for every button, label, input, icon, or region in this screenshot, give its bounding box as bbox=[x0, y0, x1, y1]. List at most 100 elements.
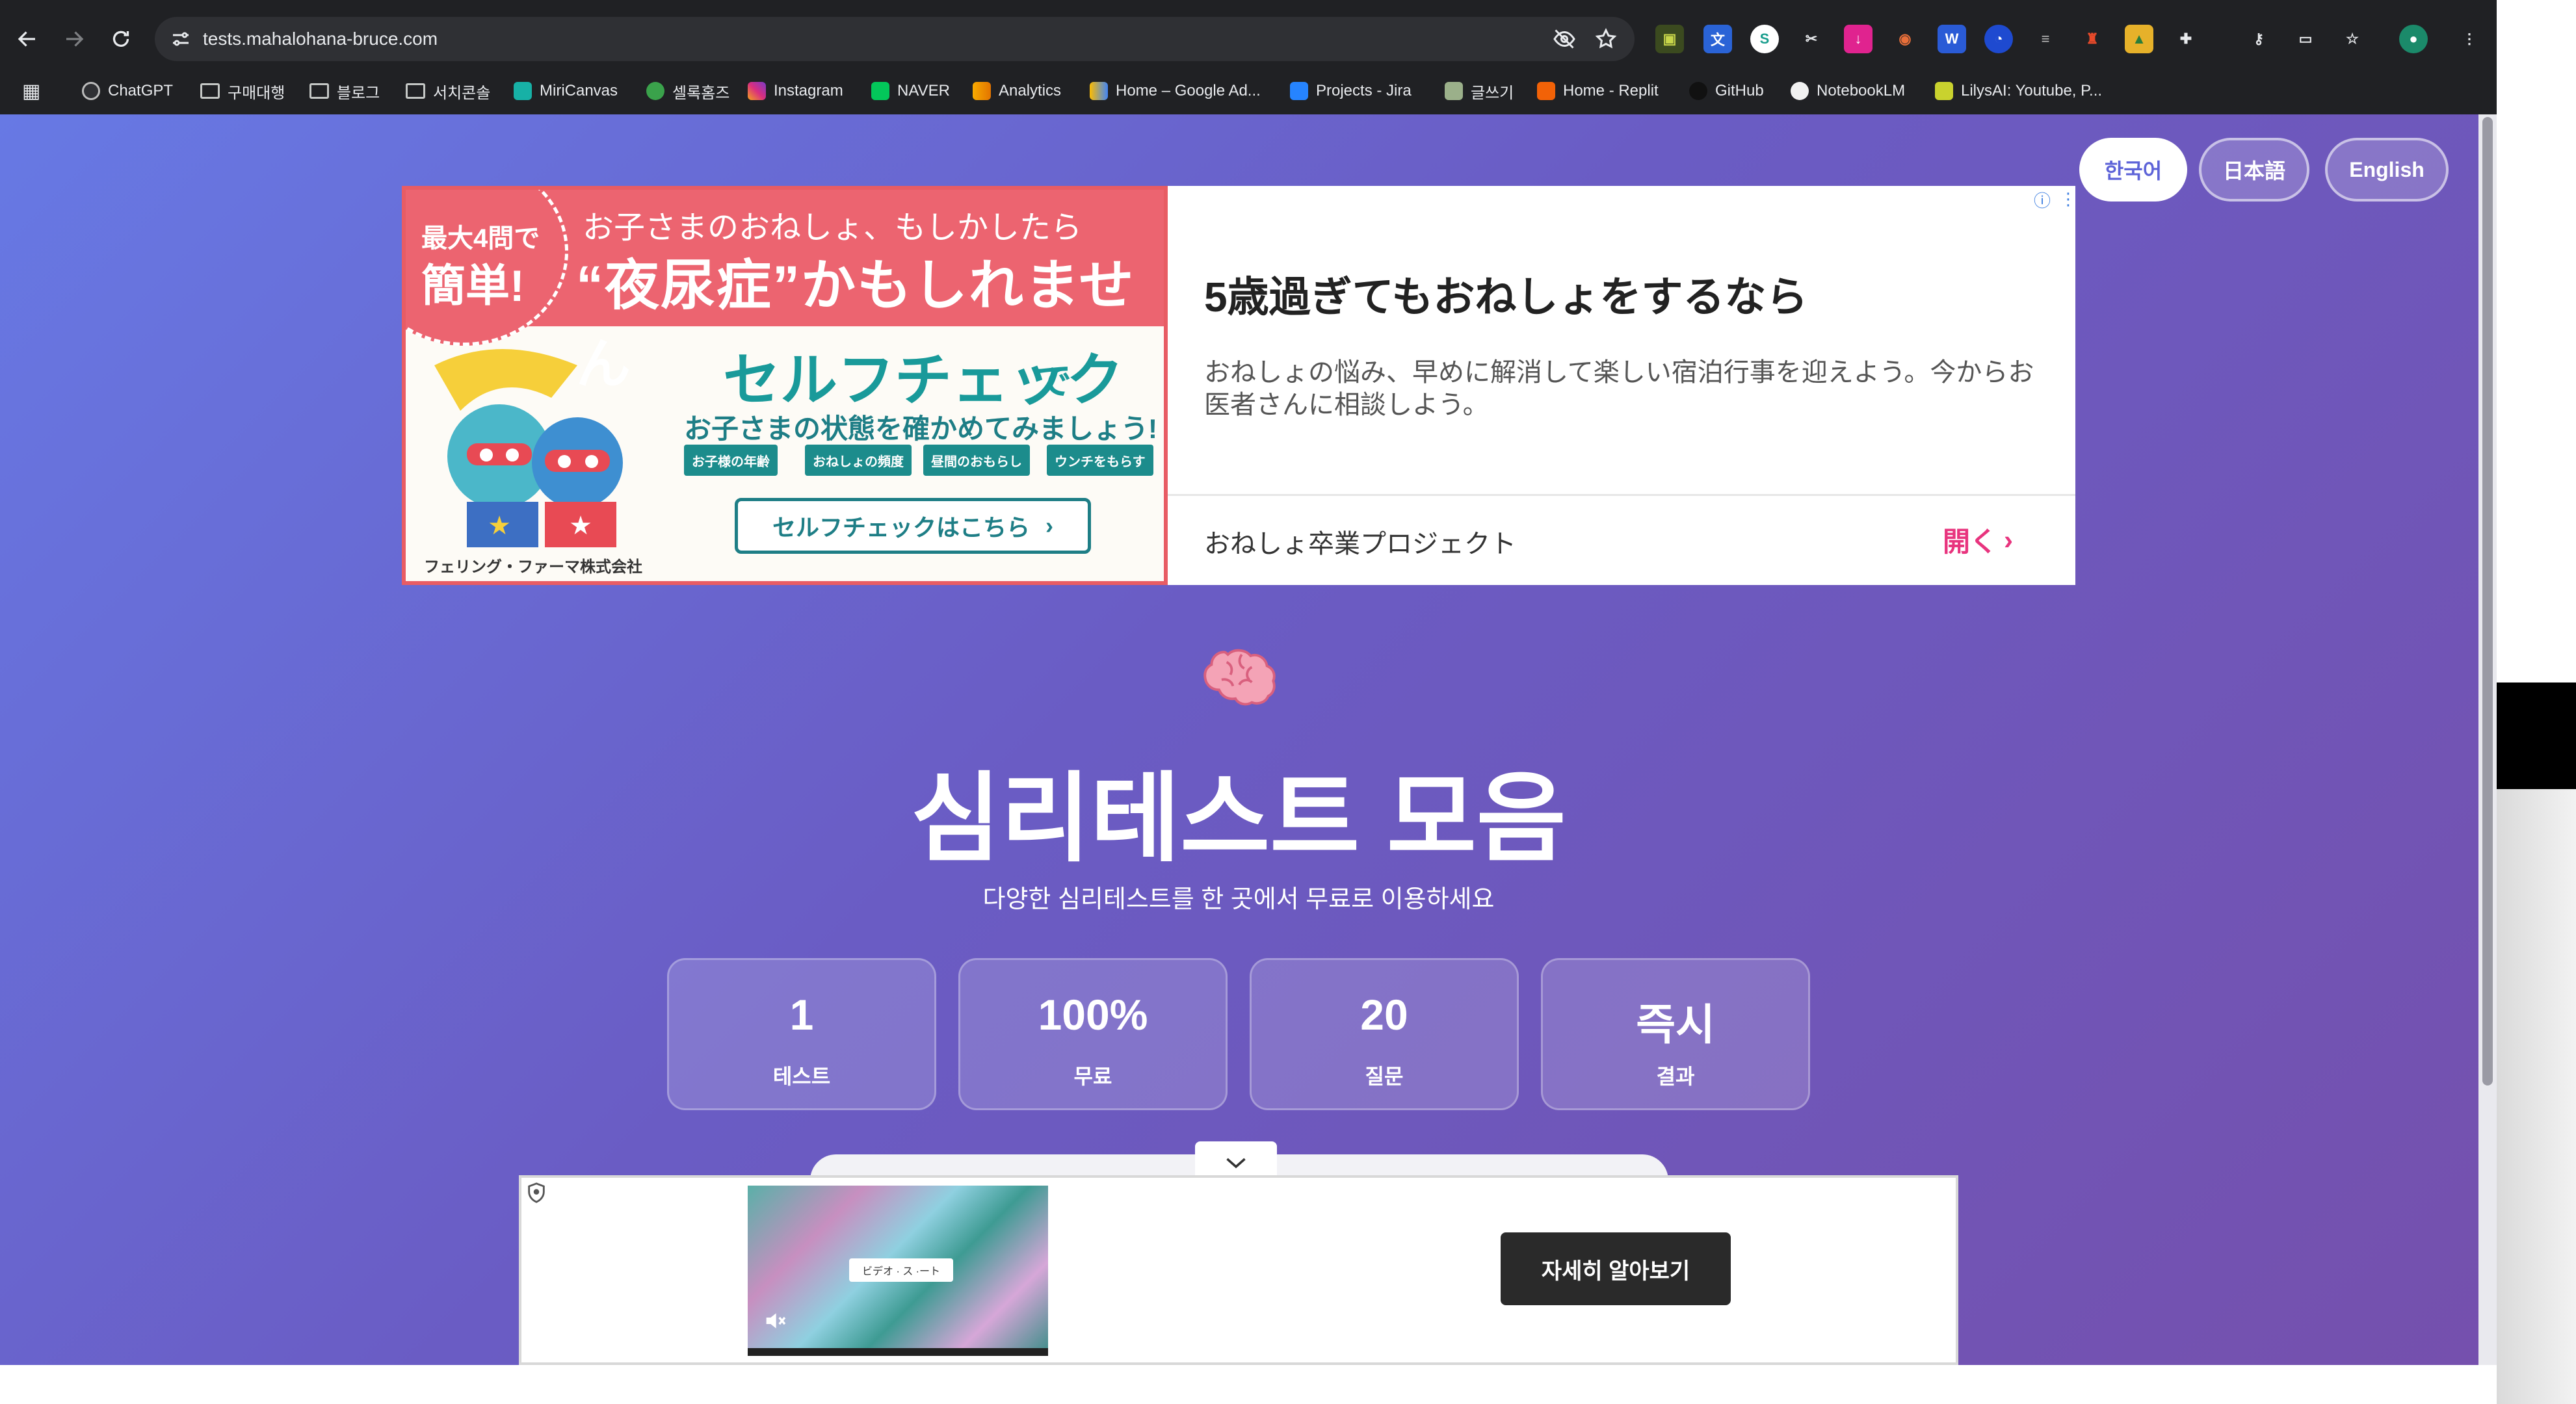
address-bar[interactable]: tests.mahalohana-bruce.com bbox=[155, 17, 1635, 61]
ad-title[interactable]: 5歳過ぎてもおねしょをするなら bbox=[1204, 264, 1807, 324]
top-display-ad[interactable]: 最大4問で 簡単! お子さまのおねしょ、もしかしたら “夜尿症”かもしれません … bbox=[402, 186, 2077, 585]
bookmark-folder-purchase[interactable]: 구매대행 bbox=[200, 78, 285, 104]
site-settings-icon[interactable] bbox=[169, 27, 192, 51]
ad-company-name: フェリング・ファーマ株式会社 bbox=[424, 558, 642, 576]
back-icon[interactable] bbox=[9, 21, 46, 57]
bookmark-miricanvas[interactable]: MiriCanvas bbox=[514, 78, 618, 104]
bookmark-notebooklm[interactable]: NotebookLM bbox=[1791, 78, 1905, 104]
chevron-right-icon: › bbox=[2004, 524, 2014, 555]
stat-label: 질문 bbox=[1365, 1065, 1404, 1088]
bookmark-folder-searchconsole[interactable]: 서치콘솔 bbox=[406, 78, 490, 104]
ad-chip: ウンチをもらす bbox=[1047, 445, 1153, 476]
adjacent-window-grey-panel bbox=[2497, 789, 2576, 1404]
folder-icon bbox=[200, 83, 220, 99]
stat-value: 즉시 bbox=[1636, 1000, 1715, 1048]
ad-shield-icon[interactable] bbox=[525, 1182, 547, 1204]
extension-icon-4[interactable]: ◔ bbox=[1984, 25, 2013, 53]
lang-korean-button[interactable]: 한국어 bbox=[2079, 138, 2187, 202]
extension-icon-3[interactable]: ◉ bbox=[1891, 25, 1919, 53]
ad-check-line: お子さまの状態を確かめてみましょう! bbox=[684, 413, 1157, 444]
ad-chip: おねしょの頻度 bbox=[805, 445, 912, 476]
ad-divider bbox=[1168, 494, 2075, 496]
stat-card-free: 100% 무료 bbox=[958, 958, 1228, 1110]
folder-icon bbox=[406, 83, 425, 99]
scrollbar-thumb[interactable] bbox=[2482, 117, 2493, 1086]
bookmark-google-ads[interactable]: Home – Google Ad... bbox=[1090, 78, 1261, 104]
bookmark-folder-blog[interactable]: 블로그 bbox=[309, 78, 380, 104]
bookmark-write[interactable]: 글쓰기 bbox=[1445, 78, 1514, 104]
menu-kebab-icon[interactable]: ⋮ bbox=[2455, 25, 2484, 53]
ad-open-button[interactable]: 開く › bbox=[1943, 520, 2013, 560]
extension-icon-5[interactable]: ≡ bbox=[2031, 25, 2060, 53]
ad-info-icon[interactable]: ⓘ bbox=[2034, 188, 2051, 212]
bookmark-analytics[interactable]: Analytics bbox=[973, 78, 1061, 104]
stat-label: 테스트 bbox=[772, 1065, 831, 1088]
ad-headline-small: お子さまのおねしょ、もしかしたら bbox=[583, 211, 1083, 245]
ad-self-check-button[interactable]: セルフチェックはこちら › bbox=[735, 498, 1091, 554]
extension-icon-7[interactable]: ▲ bbox=[2125, 25, 2153, 53]
stat-label: 결과 bbox=[1656, 1065, 1695, 1088]
extension-icon-w[interactable]: W bbox=[1938, 25, 1966, 53]
extension-icon-1[interactable]: ▣ bbox=[1655, 25, 1684, 53]
ad-creative-image[interactable]: 最大4問で 簡単! お子さまのおねしょ、もしかしたら “夜尿症”かもしれません … bbox=[402, 186, 1168, 585]
ad-choices[interactable]: ⓘ ⋮ bbox=[2034, 188, 2086, 212]
chevron-down-icon bbox=[1226, 1158, 1246, 1169]
password-key-icon[interactable]: ⚷ bbox=[2244, 25, 2273, 53]
url-text[interactable]: tests.mahalohana-bruce.com bbox=[203, 25, 438, 53]
lang-japanese-button[interactable]: 日本語 bbox=[2199, 138, 2309, 202]
bookmark-sellock[interactable]: 셀록홈즈 bbox=[646, 78, 729, 104]
translate-extension-icon[interactable]: 文 bbox=[1703, 25, 1732, 53]
bookmark-jira[interactable]: Projects - Jira bbox=[1290, 78, 1412, 104]
extension-icon-6[interactable]: ♜ bbox=[2078, 25, 2107, 53]
reload-icon[interactable] bbox=[103, 21, 139, 57]
ad-self-check-suffix: で bbox=[1035, 361, 1071, 402]
lang-english-button[interactable]: English bbox=[2325, 138, 2449, 202]
bookmark-chatgpt[interactable]: ChatGPT bbox=[82, 78, 173, 104]
bookmark-star-icon[interactable] bbox=[1594, 27, 1618, 51]
ad-description: おねしょの悩み、早めに解消して楽しい宿泊行事を迎えよう。今からお医者さんに相談し… bbox=[1204, 358, 2034, 419]
stat-card-tests: 1 테스트 bbox=[667, 958, 936, 1110]
chevron-right-icon: › bbox=[1045, 512, 1053, 539]
page-subtitle: 다양한 심리테스트를 한 곳에서 무료로 이용하세요 bbox=[982, 886, 1495, 913]
extension-icon-s[interactable]: S bbox=[1750, 25, 1779, 53]
page-bottom-blank bbox=[0, 1365, 2497, 1404]
folder-icon bbox=[309, 83, 329, 99]
stat-value: 100% bbox=[1038, 991, 1148, 1039]
stat-card-instant: 즉시 결과 bbox=[1541, 958, 1810, 1110]
stat-value: 1 bbox=[789, 991, 814, 1039]
ad-badge-big: 簡単! bbox=[421, 261, 525, 311]
profile-avatar[interactable]: ● bbox=[2399, 25, 2428, 53]
ad-advertiser-name: おねしょ卒業プロジェクト bbox=[1204, 530, 1516, 558]
stat-value: 20 bbox=[1360, 991, 1408, 1039]
ad-chip: 昼間のおもらし bbox=[923, 445, 1030, 476]
superhero-kids-illustration: ★ ★ bbox=[434, 349, 623, 547]
video-progress-bar bbox=[748, 1348, 1048, 1356]
bookmark-replit[interactable]: Home - Replit bbox=[1537, 78, 1659, 104]
ad-menu-kebab-icon[interactable]: ⋮ bbox=[2060, 190, 2077, 209]
brain-icon bbox=[1203, 649, 1276, 706]
svg-text:★: ★ bbox=[488, 511, 511, 541]
eye-off-icon[interactable] bbox=[1553, 27, 1576, 51]
stat-card-questions: 20 질문 bbox=[1250, 958, 1519, 1110]
learn-more-button[interactable]: 자세히 알아보기 bbox=[1501, 1232, 1731, 1305]
omnibox-row: tests.mahalohana-bruce.com ▣ 文 S ✂ ↓ ◉ W… bbox=[0, 12, 2497, 66]
browser-window: tests.mahalohana-bruce.com ▣ 文 S ✂ ↓ ◉ W… bbox=[0, 0, 2497, 1404]
bookmark-naver[interactable]: NAVER bbox=[871, 78, 950, 104]
bookmark-lilysai[interactable]: LilysAI: Youtube, P... bbox=[1935, 78, 2102, 104]
extension-icon-2[interactable]: ✂ bbox=[1797, 25, 1826, 53]
bookmark-instagram[interactable]: Instagram bbox=[748, 78, 843, 104]
payment-card-icon[interactable]: ▭ bbox=[2291, 25, 2320, 53]
download-extension-icon[interactable]: ↓ bbox=[1844, 25, 1873, 53]
bookmarks-bar: ▦ ChatGPT 구매대행 블로그 서치콘솔 MiriCanvas 셀록홈즈 … bbox=[0, 70, 2497, 112]
web-page: 한국어 日本語 English 最大4問で 簡単! お子さまのおねしょ、もしかし… bbox=[0, 114, 2490, 1365]
bottom-anchor-ad[interactable]: ビデオ · ス ·ート 자세히 알아보기 bbox=[519, 1175, 1958, 1365]
extensions-puzzle-icon[interactable]: ✚ bbox=[2172, 25, 2200, 53]
bookmark-github[interactable]: GitHub bbox=[1689, 78, 1764, 104]
bookmarks-star-icon[interactable]: ☆ bbox=[2338, 25, 2367, 53]
ad-video-player[interactable]: ビデオ · ス ·ート bbox=[748, 1186, 1048, 1356]
video-caption: ビデオ · ス ·ート bbox=[849, 1258, 953, 1282]
browser-toolbar: tests.mahalohana-bruce.com ▣ 文 S ✂ ↓ ◉ W… bbox=[0, 0, 2497, 114]
forward-icon[interactable] bbox=[56, 21, 92, 57]
apps-grid-icon[interactable]: ▦ bbox=[22, 78, 40, 104]
mute-icon[interactable] bbox=[762, 1308, 788, 1334]
